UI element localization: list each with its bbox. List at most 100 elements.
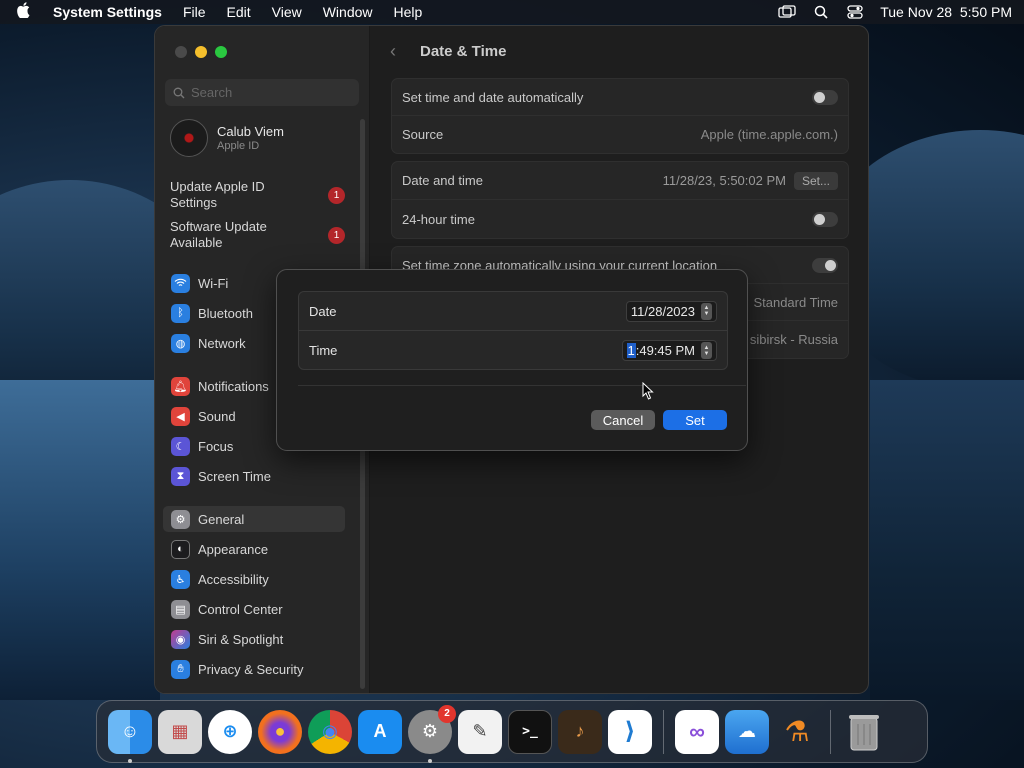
finder-icon: ☺ [120, 721, 140, 741]
software-update-alert[interactable]: Software Update Available 1 [170, 219, 355, 251]
sheet-divider [298, 385, 746, 386]
firefox-icon: ● [274, 721, 286, 741]
dock-weather-icon[interactable]: ☁ [725, 709, 769, 754]
sidebar-item-general[interactable]: ⚙ General [163, 506, 345, 532]
date-time-fields: Date 11/28/2023 ▲ ▼ Time 1 :49:45 PM ▲ ▼ [298, 291, 728, 370]
sidebar-item-screen-time[interactable]: ⧗ Screen Time [163, 463, 345, 489]
date-row: Date 11/28/2023 ▲ ▼ [299, 292, 727, 331]
sidebar-item-label: Notifications [198, 378, 269, 394]
dock-vscode-icon[interactable]: ⟩ [608, 709, 652, 754]
visual-studio-icon: ∞ [689, 718, 705, 744]
update-apple-id-alert[interactable]: Update Apple ID Settings 1 [170, 179, 355, 211]
dock-visual-studio-icon[interactable]: ∞ [675, 709, 719, 754]
edit-menu[interactable]: Edit [227, 4, 251, 20]
gear-icon: ⚙ [171, 509, 190, 529]
auto-time-group: Set time and date automatically Source A… [391, 78, 849, 154]
date-time-group: Date and time 11/28/23, 5:50:02 PM Set..… [391, 161, 849, 239]
sidebar-item-label: General [198, 511, 245, 527]
gear-icon: ⚙ [421, 721, 439, 741]
sidebar-item-control-center[interactable]: ▤ Control Center [163, 596, 345, 622]
24-hour-toggle[interactable] [812, 211, 838, 227]
search-input[interactable]: Search [165, 79, 359, 106]
apple-id-profile[interactable]: Calub Viem Apple ID [170, 119, 284, 157]
date-label: Date [309, 303, 337, 319]
set-button[interactable]: Set [663, 410, 727, 430]
tz-auto-toggle[interactable] [812, 257, 838, 273]
dock-garageband-icon[interactable]: ♪ [558, 709, 602, 754]
search-placeholder: Search [191, 85, 233, 100]
sidebar-item-appearance[interactable]: ◐ Appearance [163, 536, 345, 562]
vscode-icon: ⟩ [624, 718, 636, 745]
dock-finder-icon[interactable]: ☺ [108, 709, 152, 763]
source-row: Source Apple (time.apple.com.) [392, 116, 848, 153]
sidebar-item-label: Privacy & Security [198, 661, 304, 677]
app-store-icon: A [373, 721, 387, 741]
dock-potion-icon[interactable]: ⚗ [775, 710, 819, 754]
sidebar-item-accessibility[interactable]: ♿︎ Accessibility [163, 566, 345, 592]
help-menu[interactable]: Help [394, 4, 423, 20]
source-value[interactable]: Apple (time.apple.com.) [701, 127, 838, 142]
apple-menu-icon[interactable] [12, 2, 36, 22]
view-menu[interactable]: View [272, 4, 302, 20]
hand-icon: ✋︎ [171, 659, 190, 679]
dock-system-settings-icon[interactable]: ⚙ 2 [408, 704, 456, 763]
24-hour-row: 24-hour time [392, 200, 848, 238]
date-field[interactable]: 11/28/2023 ▲ ▼ [625, 300, 717, 322]
dock-firefox-icon[interactable]: ● [258, 709, 302, 754]
screen-mirroring-icon[interactable] [778, 5, 796, 19]
date-time-value: 11/28/23, 5:50:02 PM [662, 173, 786, 188]
time-field[interactable]: 1 :49:45 PM ▲ ▼ [621, 340, 717, 361]
source-label: Source [402, 127, 444, 142]
minimize-button[interactable] [195, 46, 207, 58]
dock-trash-icon[interactable] [842, 710, 886, 754]
file-menu[interactable]: File [183, 4, 206, 20]
siri-icon: ◉ [171, 629, 190, 649]
auto-time-toggle[interactable] [812, 89, 838, 105]
app-name-menu[interactable]: System Settings [53, 4, 162, 20]
profile-name: Calub Viem [217, 124, 284, 139]
control-center-icon: ▤ [171, 599, 190, 619]
sidebar-item-label: Network [198, 335, 246, 351]
control-center-icon[interactable] [846, 5, 864, 19]
back-chevron-icon[interactable]: ‹ [390, 41, 396, 62]
terminal-prompt-icon: >_ [522, 724, 538, 739]
auto-time-row: Set time and date automatically [392, 79, 848, 116]
time-hour-selected[interactable]: 1 [626, 343, 636, 358]
spotlight-search-icon[interactable] [812, 5, 830, 19]
date-stepper-icon[interactable]: ▲ ▼ [701, 302, 712, 320]
set-date-time-sheet: Date 11/28/2023 ▲ ▼ Time 1 :49:45 PM ▲ ▼ C… [276, 269, 748, 451]
close-button[interactable] [175, 46, 187, 58]
running-indicator [128, 758, 132, 763]
sidebar-item-label: Screen Time [198, 468, 271, 484]
profile-subtitle: Apple ID [217, 140, 260, 152]
dock-app-store-icon[interactable]: A [358, 709, 402, 754]
speaker-icon: ◀︎ [171, 406, 190, 426]
alert-label: Software Update Available [170, 219, 267, 250]
time-stepper-icon[interactable]: ▲ ▼ [701, 342, 712, 359]
cancel-button[interactable]: Cancel [591, 410, 655, 430]
set-date-time-button[interactable]: Set... [793, 171, 838, 190]
chrome-icon: ◉ [322, 721, 338, 741]
bluetooth-icon: ᛒ [171, 303, 190, 323]
dock-safari-icon[interactable]: ⊕ [208, 709, 252, 754]
dock: ☺ ▦ ⊕ ● ◉ A ⚙ 2 ✎ >_ ♪ ⟩ ∞ ☁ ⚗ [96, 700, 928, 763]
dock-launchpad-icon[interactable]: ▦ [158, 709, 202, 754]
sidebar-item-privacy-security[interactable]: ✋︎ Privacy & Security [163, 656, 345, 682]
mouse-cursor-icon [642, 381, 654, 405]
accessibility-icon: ♿︎ [171, 569, 190, 589]
alert-label: Update Apple ID Settings [170, 179, 265, 210]
zoom-button[interactable] [215, 46, 227, 58]
sidebar-item-siri-spotlight[interactable]: ◉ Siri & Spotlight [163, 626, 345, 652]
dock-chrome-icon[interactable]: ◉ [308, 709, 352, 754]
time-label: Time [309, 343, 338, 358]
dock-textedit-icon[interactable]: ✎ [458, 709, 502, 754]
pen-icon: ✎ [472, 721, 488, 741]
time-rest[interactable]: :49:45 PM [636, 343, 695, 358]
24-hour-label: 24-hour time [402, 211, 475, 227]
search-icon [173, 87, 185, 98]
dock-terminal-icon[interactable]: >_ [508, 709, 552, 754]
running-indicator [428, 758, 432, 763]
page-title: Date & Time [420, 43, 507, 60]
window-menu[interactable]: Window [323, 4, 373, 20]
menubar-clock[interactable]: Tue Nov 28 5:50 PM [880, 4, 1012, 20]
